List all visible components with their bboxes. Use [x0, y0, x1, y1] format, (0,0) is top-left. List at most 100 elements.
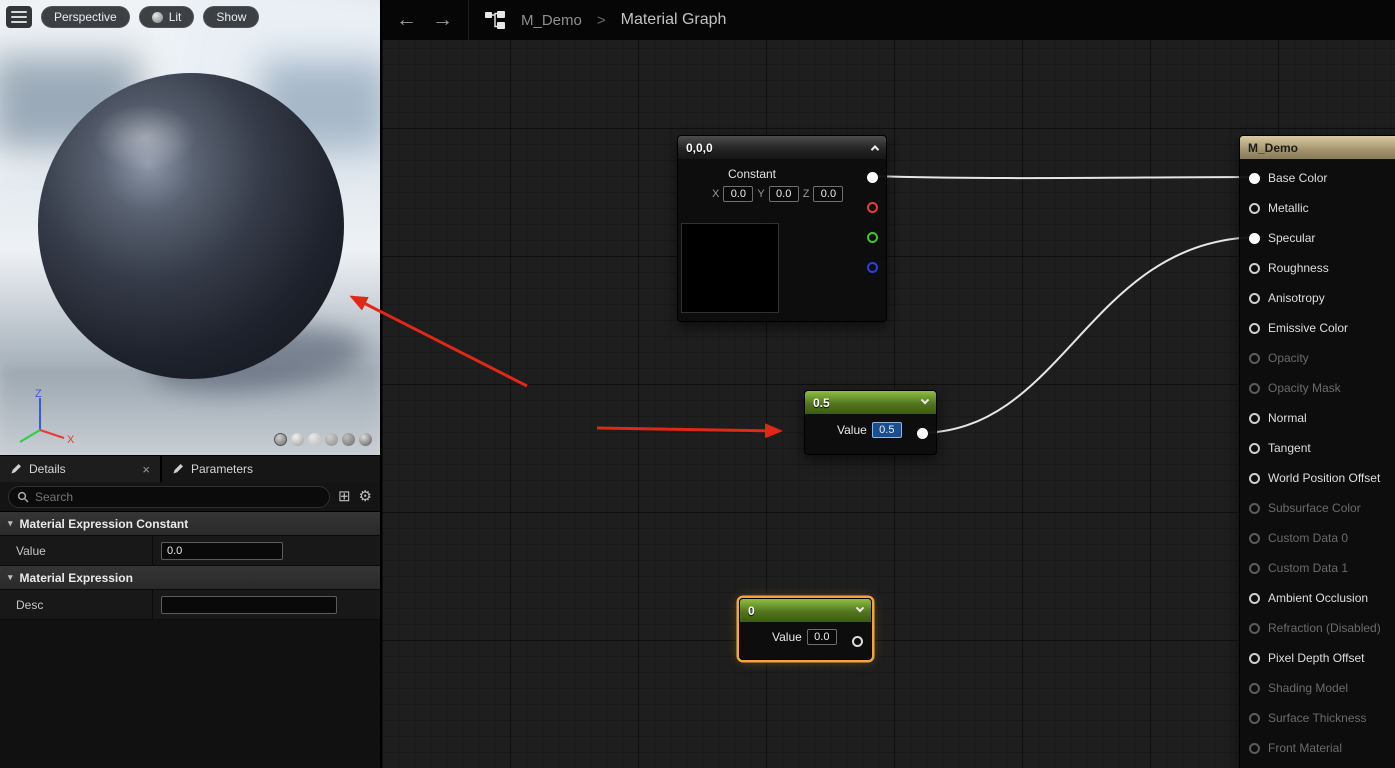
material-input-row[interactable]: Pixel Depth Offset [1240, 643, 1395, 673]
input-pin[interactable] [1249, 443, 1260, 454]
value-field[interactable] [161, 542, 283, 560]
preview-shape-cylinder[interactable] [274, 433, 287, 446]
material-input-row[interactable]: Custom Data 1 [1240, 553, 1395, 583]
breadcrumb-asset[interactable]: M_Demo [521, 12, 582, 29]
search-icon [17, 491, 29, 503]
material-input-row[interactable]: Opacity Mask [1240, 373, 1395, 403]
settings-gear-icon[interactable]: ⚙ [359, 489, 372, 504]
material-input-row[interactable]: Opacity [1240, 343, 1395, 373]
material-input-row[interactable]: Base Color [1240, 163, 1395, 193]
perspective-button[interactable]: Perspective [41, 6, 130, 28]
node-material-result[interactable]: M_Demo Base Color Metallic Specular Roug… [1239, 135, 1395, 768]
section-material-expression[interactable]: ▾ Material Expression [0, 566, 380, 590]
input-label: Base Color [1268, 171, 1327, 185]
show-button[interactable]: Show [203, 6, 259, 28]
z-value-field[interactable]: 0.0 [813, 186, 843, 202]
preview-shape-mesh[interactable] [342, 433, 355, 446]
preview-shape-sphere[interactable] [291, 433, 304, 446]
material-input-row[interactable]: Front Material [1240, 733, 1395, 763]
graph-hierarchy-icon[interactable] [484, 10, 506, 30]
wire-basecolor[interactable] [870, 176, 1262, 178]
output-pin-b[interactable] [867, 262, 878, 273]
input-pin[interactable] [1249, 563, 1260, 574]
property-row-desc: Desc [0, 590, 380, 620]
input-pin[interactable] [1249, 593, 1260, 604]
input-pin[interactable] [1249, 413, 1260, 424]
node-constant-0-selected[interactable]: 0 Value 0.0 [739, 598, 872, 660]
input-pin[interactable] [1249, 263, 1260, 274]
input-pin[interactable] [1249, 713, 1260, 724]
material-input-row[interactable]: Normal [1240, 403, 1395, 433]
breadcrumb-page[interactable]: Material Graph [621, 11, 727, 29]
node-constant-0-header[interactable]: 0 [740, 599, 871, 622]
node-constant3vector[interactable]: 0,0,0 Constant X 0.0 Y 0.0 Z 0.0 [677, 135, 887, 322]
preview-shape-custom[interactable] [359, 433, 372, 446]
material-input-row[interactable]: Surface Thickness [1240, 703, 1395, 733]
preview-shape-cube[interactable] [325, 433, 338, 446]
node-type-label: Constant [692, 167, 812, 181]
desc-field[interactable] [161, 596, 337, 614]
tab-details[interactable]: Details × [0, 456, 160, 482]
output-pin-g[interactable] [867, 232, 878, 243]
input-pin[interactable] [1249, 293, 1260, 304]
output-pin-r[interactable] [867, 202, 878, 213]
material-input-row[interactable]: Refraction (Disabled) [1240, 613, 1395, 643]
material-input-row[interactable]: Metallic [1240, 193, 1395, 223]
search-box[interactable] [8, 486, 330, 508]
material-input-row[interactable]: Shading Model [1240, 673, 1395, 703]
back-arrow-icon[interactable]: ← [396, 8, 417, 32]
node-constant3vector-header[interactable]: 0,0,0 [678, 136, 886, 159]
node-material-result-header[interactable]: M_Demo [1240, 136, 1395, 159]
material-input-row[interactable]: Anisotropy [1240, 283, 1395, 313]
input-pin[interactable] [1249, 323, 1260, 334]
output-pin[interactable] [917, 428, 928, 439]
value-field[interactable]: 0.0 [807, 629, 837, 645]
preview-shape-plane[interactable] [308, 433, 321, 446]
preview-viewport[interactable]: Perspective Lit Show Z X [0, 0, 380, 455]
input-pin[interactable] [1249, 653, 1260, 664]
material-input-row[interactable]: Roughness [1240, 253, 1395, 283]
lit-button[interactable]: Lit [139, 6, 195, 28]
input-pin[interactable] [1249, 623, 1260, 634]
tab-parameters[interactable]: Parameters [160, 456, 380, 482]
section-material-expression-constant[interactable]: ▾ Material Expression Constant [0, 512, 380, 536]
material-input-row[interactable]: Emissive Color [1240, 313, 1395, 343]
forward-arrow-icon[interactable]: → [432, 8, 453, 32]
material-graph-panel[interactable]: ← → M_Demo > Material Graph 0,0,0 Co [380, 0, 1395, 768]
input-pin[interactable] [1249, 203, 1260, 214]
node-constant-05[interactable]: 0.5 Value 0.5 [804, 390, 937, 455]
input-pin[interactable] [1249, 353, 1260, 364]
y-value-field[interactable]: 0.0 [769, 186, 799, 202]
left-panel: Perspective Lit Show Z X [0, 0, 380, 768]
material-input-row[interactable]: Tangent [1240, 433, 1395, 463]
collapse-chevron-icon[interactable] [856, 603, 864, 611]
material-input-row[interactable]: Ambient Occlusion [1240, 583, 1395, 613]
close-icon[interactable]: × [142, 462, 150, 477]
input-pin[interactable] [1249, 503, 1260, 514]
input-pin[interactable] [1249, 473, 1260, 484]
material-input-row[interactable]: Custom Data 0 [1240, 523, 1395, 553]
value-field[interactable]: 0.5 [872, 422, 902, 438]
input-pin[interactable] [1249, 683, 1260, 694]
output-pin[interactable] [852, 636, 863, 647]
output-pin-rgb[interactable] [867, 172, 878, 183]
material-input-row[interactable]: Subsurface Color [1240, 493, 1395, 523]
material-input-row[interactable]: Specular [1240, 223, 1395, 253]
property-row-value: Value [0, 536, 380, 566]
input-pin[interactable] [1249, 743, 1260, 754]
input-pin[interactable] [1249, 533, 1260, 544]
search-input[interactable] [35, 490, 321, 504]
input-pin[interactable] [1249, 173, 1260, 184]
breadcrumb-separator: > [597, 12, 606, 29]
x-value-field[interactable]: 0.0 [723, 186, 753, 202]
node-constant-05-header[interactable]: 0.5 [805, 391, 936, 414]
input-pin[interactable] [1249, 383, 1260, 394]
display-filter-icon[interactable]: ⊞ [338, 489, 351, 504]
collapse-chevron-icon[interactable] [871, 145, 879, 153]
wire-specular[interactable] [919, 237, 1262, 433]
material-input-row[interactable]: World Position Offset [1240, 463, 1395, 493]
viewport-menu-icon[interactable] [6, 6, 32, 28]
input-label: Anisotropy [1268, 291, 1325, 305]
input-pin[interactable] [1249, 233, 1260, 244]
collapse-chevron-icon[interactable] [921, 395, 929, 403]
